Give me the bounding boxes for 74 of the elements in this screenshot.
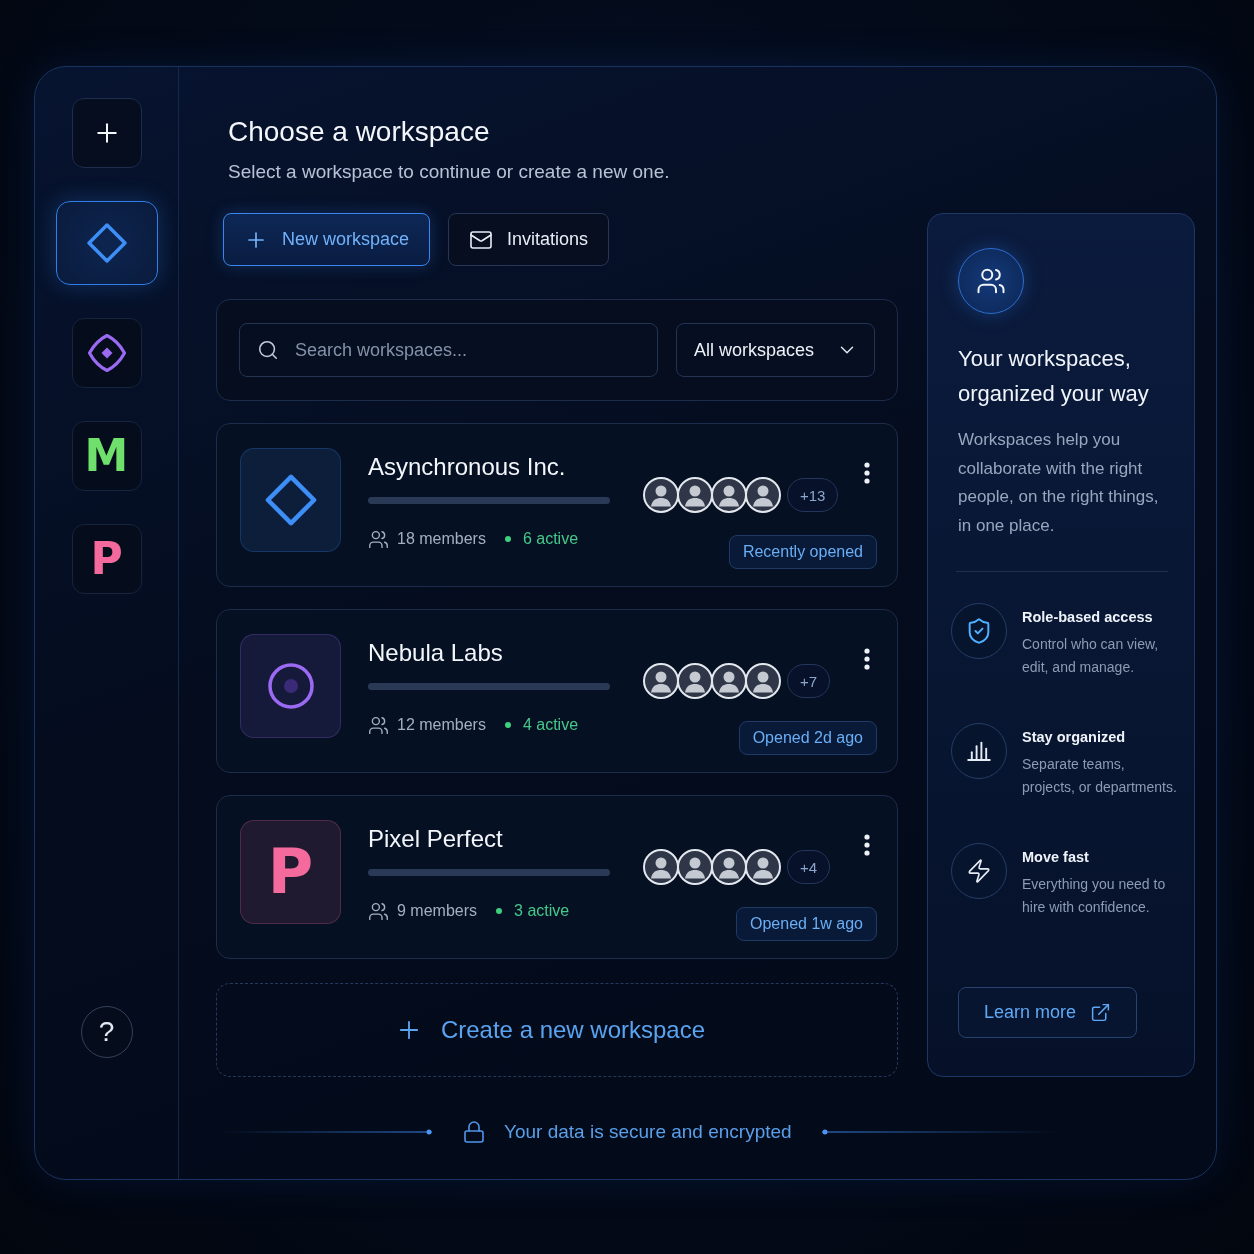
users-icon (368, 714, 389, 736)
member-count: 18 members (397, 530, 486, 548)
invitations-button[interactable]: Invitations (448, 213, 610, 266)
workspace-name: Pixel Perfect (368, 824, 504, 854)
search-field[interactable]: Search workspaces... (239, 323, 658, 377)
users-icon (958, 248, 1024, 314)
avatar-icon (643, 663, 679, 699)
feature-title: Move fast (1022, 848, 1090, 867)
bar-chart-icon (951, 723, 1007, 779)
feature-description: Control who can view, edit, and manage. (1022, 635, 1159, 677)
avatar-icon (677, 477, 713, 513)
workspace-name: Nebula Labs (368, 638, 504, 668)
shield-check-icon (951, 603, 1007, 659)
panel-description: Workspaces help you collaborate with the right people, on the right things, in one place. (958, 429, 1160, 537)
more-button[interactable] (861, 832, 873, 858)
member-count: 9 members (397, 902, 478, 920)
avatar-icon (745, 663, 781, 699)
avatar-icon (711, 663, 747, 699)
lightning-icon (951, 843, 1007, 899)
workspace-switch-button[interactable] (55, 201, 158, 285)
avatar-icon (643, 849, 679, 885)
users-icon (368, 528, 389, 550)
more-icon (864, 648, 870, 670)
feature-title: Role-based access (1022, 608, 1154, 627)
search-icon (257, 339, 279, 361)
more-members-badge: +13 (787, 478, 839, 512)
last-opened-badge: Recently opened (728, 535, 877, 569)
workspace-name: Asynchronous Inc. (368, 452, 567, 482)
workspace-filter-dropdown[interactable]: All workspaces (676, 323, 875, 377)
active-count: 6 active (522, 530, 579, 548)
panel-heading: Your workspaces, organized your way (958, 345, 1150, 408)
security-note: Your data is secure and encrypted (504, 1121, 792, 1143)
create-workspace-button[interactable]: Create a new workspace (216, 983, 898, 1077)
last-opened-badge: Opened 2d ago (738, 721, 877, 755)
more-icon (864, 462, 870, 484)
avatar-icon (677, 663, 713, 699)
workspace-logo: P (90, 537, 123, 581)
avatar-icon (711, 477, 747, 513)
workspace-switch-button[interactable]: M (71, 421, 142, 491)
avatar-icon (745, 849, 781, 885)
more-members-badge: +4 (787, 850, 831, 884)
feature-title: Stay organized (1022, 728, 1127, 747)
member-count: 12 members (397, 716, 486, 734)
workspace-switch-button[interactable] (71, 318, 142, 388)
help-button[interactable]: ? (80, 1006, 133, 1058)
learn-more-button[interactable]: Learn more (958, 987, 1138, 1038)
new-workspace-button[interactable]: New workspace (223, 213, 431, 266)
page-title: Choose a workspace (228, 115, 491, 149)
workspace-switch-button[interactable]: P (71, 524, 142, 594)
more-button[interactable] (861, 460, 873, 486)
workspace-card[interactable]: Asynchronous Inc. 18 members 6 active +13 Recently opened (216, 423, 898, 587)
feature-description: Everything you need to hire with confidence. (1022, 875, 1166, 917)
workspace-logo: P (267, 841, 314, 903)
page-subtitle: Select a workspace to continue or create a new one. (228, 160, 671, 184)
users-icon (368, 900, 389, 922)
status-dot-icon (496, 908, 503, 914)
avatar-icon (745, 477, 781, 513)
last-opened-badge: Opened 1w ago (736, 907, 877, 941)
avatar-icon (711, 849, 747, 885)
active-count: 4 active (522, 716, 579, 734)
workspace-card[interactable]: P Pixel Perfect 9 members 3 active +4 Opened 1w ago (216, 795, 898, 959)
status-dot-icon (504, 536, 511, 542)
workspace-logo: M (84, 434, 129, 478)
avatar-icon (643, 477, 679, 513)
active-count: 3 active (514, 902, 570, 920)
more-button[interactable] (861, 646, 873, 672)
status-dot-icon (504, 722, 511, 728)
avatar-icon (677, 849, 713, 885)
more-icon (864, 834, 870, 856)
more-members-badge: +7 (787, 664, 831, 698)
feature-description: Separate teams, projects, or departments. (1022, 755, 1177, 797)
external-link-icon (1090, 1002, 1112, 1023)
lock-icon (462, 1120, 486, 1144)
workspace-card[interactable]: Nebula Labs 12 members 4 active +7 Opened 2d ago (216, 609, 898, 773)
